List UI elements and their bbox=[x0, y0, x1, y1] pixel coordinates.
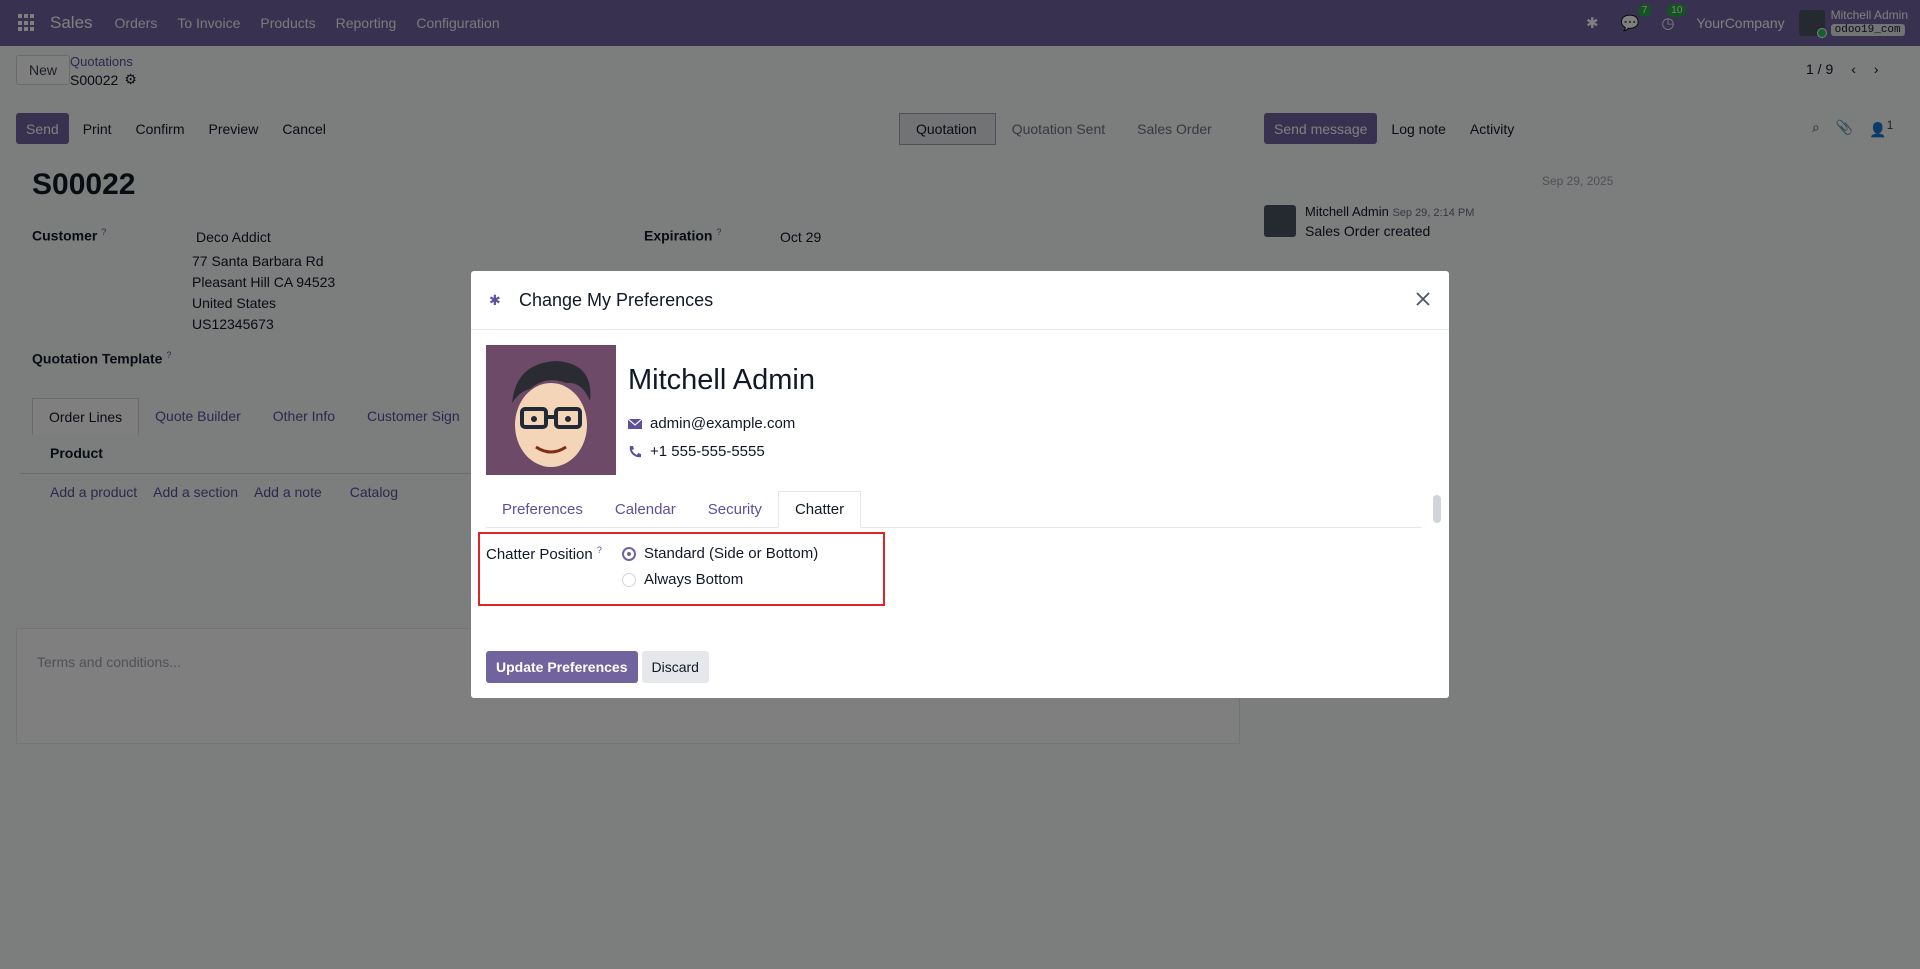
profile-avatar[interactable] bbox=[486, 345, 616, 475]
tab-chatter[interactable]: Chatter bbox=[777, 491, 862, 528]
email-value[interactable]: admin@example.com bbox=[650, 415, 795, 432]
tab-preferences[interactable]: Preferences bbox=[486, 491, 599, 528]
radio-label-always-bottom[interactable]: Always Bottom bbox=[644, 571, 743, 588]
envelope-icon bbox=[628, 418, 642, 429]
close-icon[interactable] bbox=[1413, 289, 1433, 309]
phone-icon bbox=[629, 445, 641, 457]
chatter-position-label: Chatter Position ? bbox=[486, 545, 602, 563]
dialog-scrollbar[interactable] bbox=[1433, 495, 1441, 523]
help-mark: ? bbox=[596, 545, 602, 555]
phone-value[interactable]: +1 555-555-5555 bbox=[650, 443, 765, 460]
radio-button-checked[interactable] bbox=[622, 546, 636, 561]
radio-option-always-bottom[interactable]: Always Bottom bbox=[622, 571, 743, 588]
dialog-footer: Update Preferences Discard bbox=[486, 651, 709, 683]
highlight-frame bbox=[478, 532, 885, 606]
radio-option-standard[interactable]: Standard (Side or Bottom) bbox=[622, 545, 818, 562]
discard-button[interactable]: Discard bbox=[641, 651, 709, 683]
tab-calendar[interactable]: Calendar bbox=[599, 491, 692, 528]
profile-name: Mitchell Admin bbox=[628, 364, 815, 396]
radio-label-standard[interactable]: Standard (Side or Bottom) bbox=[644, 545, 818, 562]
chatter-position-label-text: Chatter Position bbox=[486, 546, 593, 563]
dialog-header: ✱ Change My Preferences bbox=[471, 271, 1449, 330]
dialog-tabs: Preferences Calendar Security Chatter bbox=[486, 491, 1422, 528]
radio-button-unchecked[interactable] bbox=[622, 572, 636, 587]
bug-icon: ✱ bbox=[489, 291, 501, 308]
preferences-dialog: ✱ Change My Preferences Mitchell Admin a… bbox=[471, 271, 1449, 698]
phone-row: +1 555-555-5555 bbox=[628, 443, 765, 460]
tab-security[interactable]: Security bbox=[692, 491, 778, 528]
update-preferences-button[interactable]: Update Preferences bbox=[486, 651, 638, 683]
dialog-title: Change My Preferences bbox=[519, 289, 714, 310]
email-row: admin@example.com bbox=[628, 415, 795, 432]
